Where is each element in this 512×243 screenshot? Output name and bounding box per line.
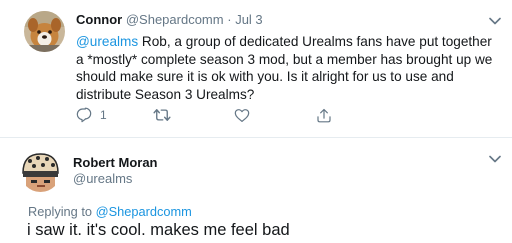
- share-button[interactable]: [316, 106, 332, 124]
- reply-icon: [76, 107, 92, 123]
- reply-author-name[interactable]: Robert Moran: [73, 155, 158, 170]
- reply-button[interactable]: 1: [76, 106, 107, 124]
- replying-to-prefix: Replying to: [28, 204, 96, 219]
- like-icon: [234, 109, 250, 122]
- tweet-menu-chevron-icon[interactable]: [489, 17, 501, 25]
- original-tweet[interactable]: Connor @Shepardcomm · Jul 3 @urealms Rob…: [0, 0, 512, 136]
- replying-to-mention[interactable]: @Shepardcomm: [96, 204, 192, 219]
- retweet-button[interactable]: [153, 106, 171, 124]
- tweet-body: Rob, a group of dedicated Urealms fans h…: [76, 34, 493, 102]
- share-icon: [317, 108, 331, 122]
- retweet-icon: [153, 109, 171, 121]
- tweet-text: @urealms Rob, a group of dedicated Ureal…: [76, 33, 496, 103]
- tweet-date[interactable]: Jul 3: [235, 12, 262, 27]
- connor-avatar[interactable]: [24, 11, 65, 52]
- reply-menu-chevron-icon[interactable]: [489, 155, 501, 163]
- reply-text: i saw it. it's cool. makes me feel bad: [27, 221, 290, 239]
- reply-author-handle[interactable]: @urealms: [73, 171, 132, 186]
- tweet-divider: [0, 137, 512, 138]
- tweet-actions: 1: [76, 106, 336, 124]
- robert-avatar[interactable]: [20, 151, 61, 192]
- author-handle[interactable]: @Shepardcomm: [126, 12, 224, 27]
- tweet-header: Connor @Shepardcomm · Jul 3: [76, 12, 263, 27]
- like-button[interactable]: [234, 106, 250, 124]
- mention-link[interactable]: @urealms: [76, 34, 138, 49]
- separator-dot: ·: [227, 12, 232, 27]
- reply-count: 1: [100, 108, 107, 122]
- replying-to-line: Replying to @Shepardcomm: [28, 204, 192, 219]
- author-name[interactable]: Connor: [76, 12, 122, 27]
